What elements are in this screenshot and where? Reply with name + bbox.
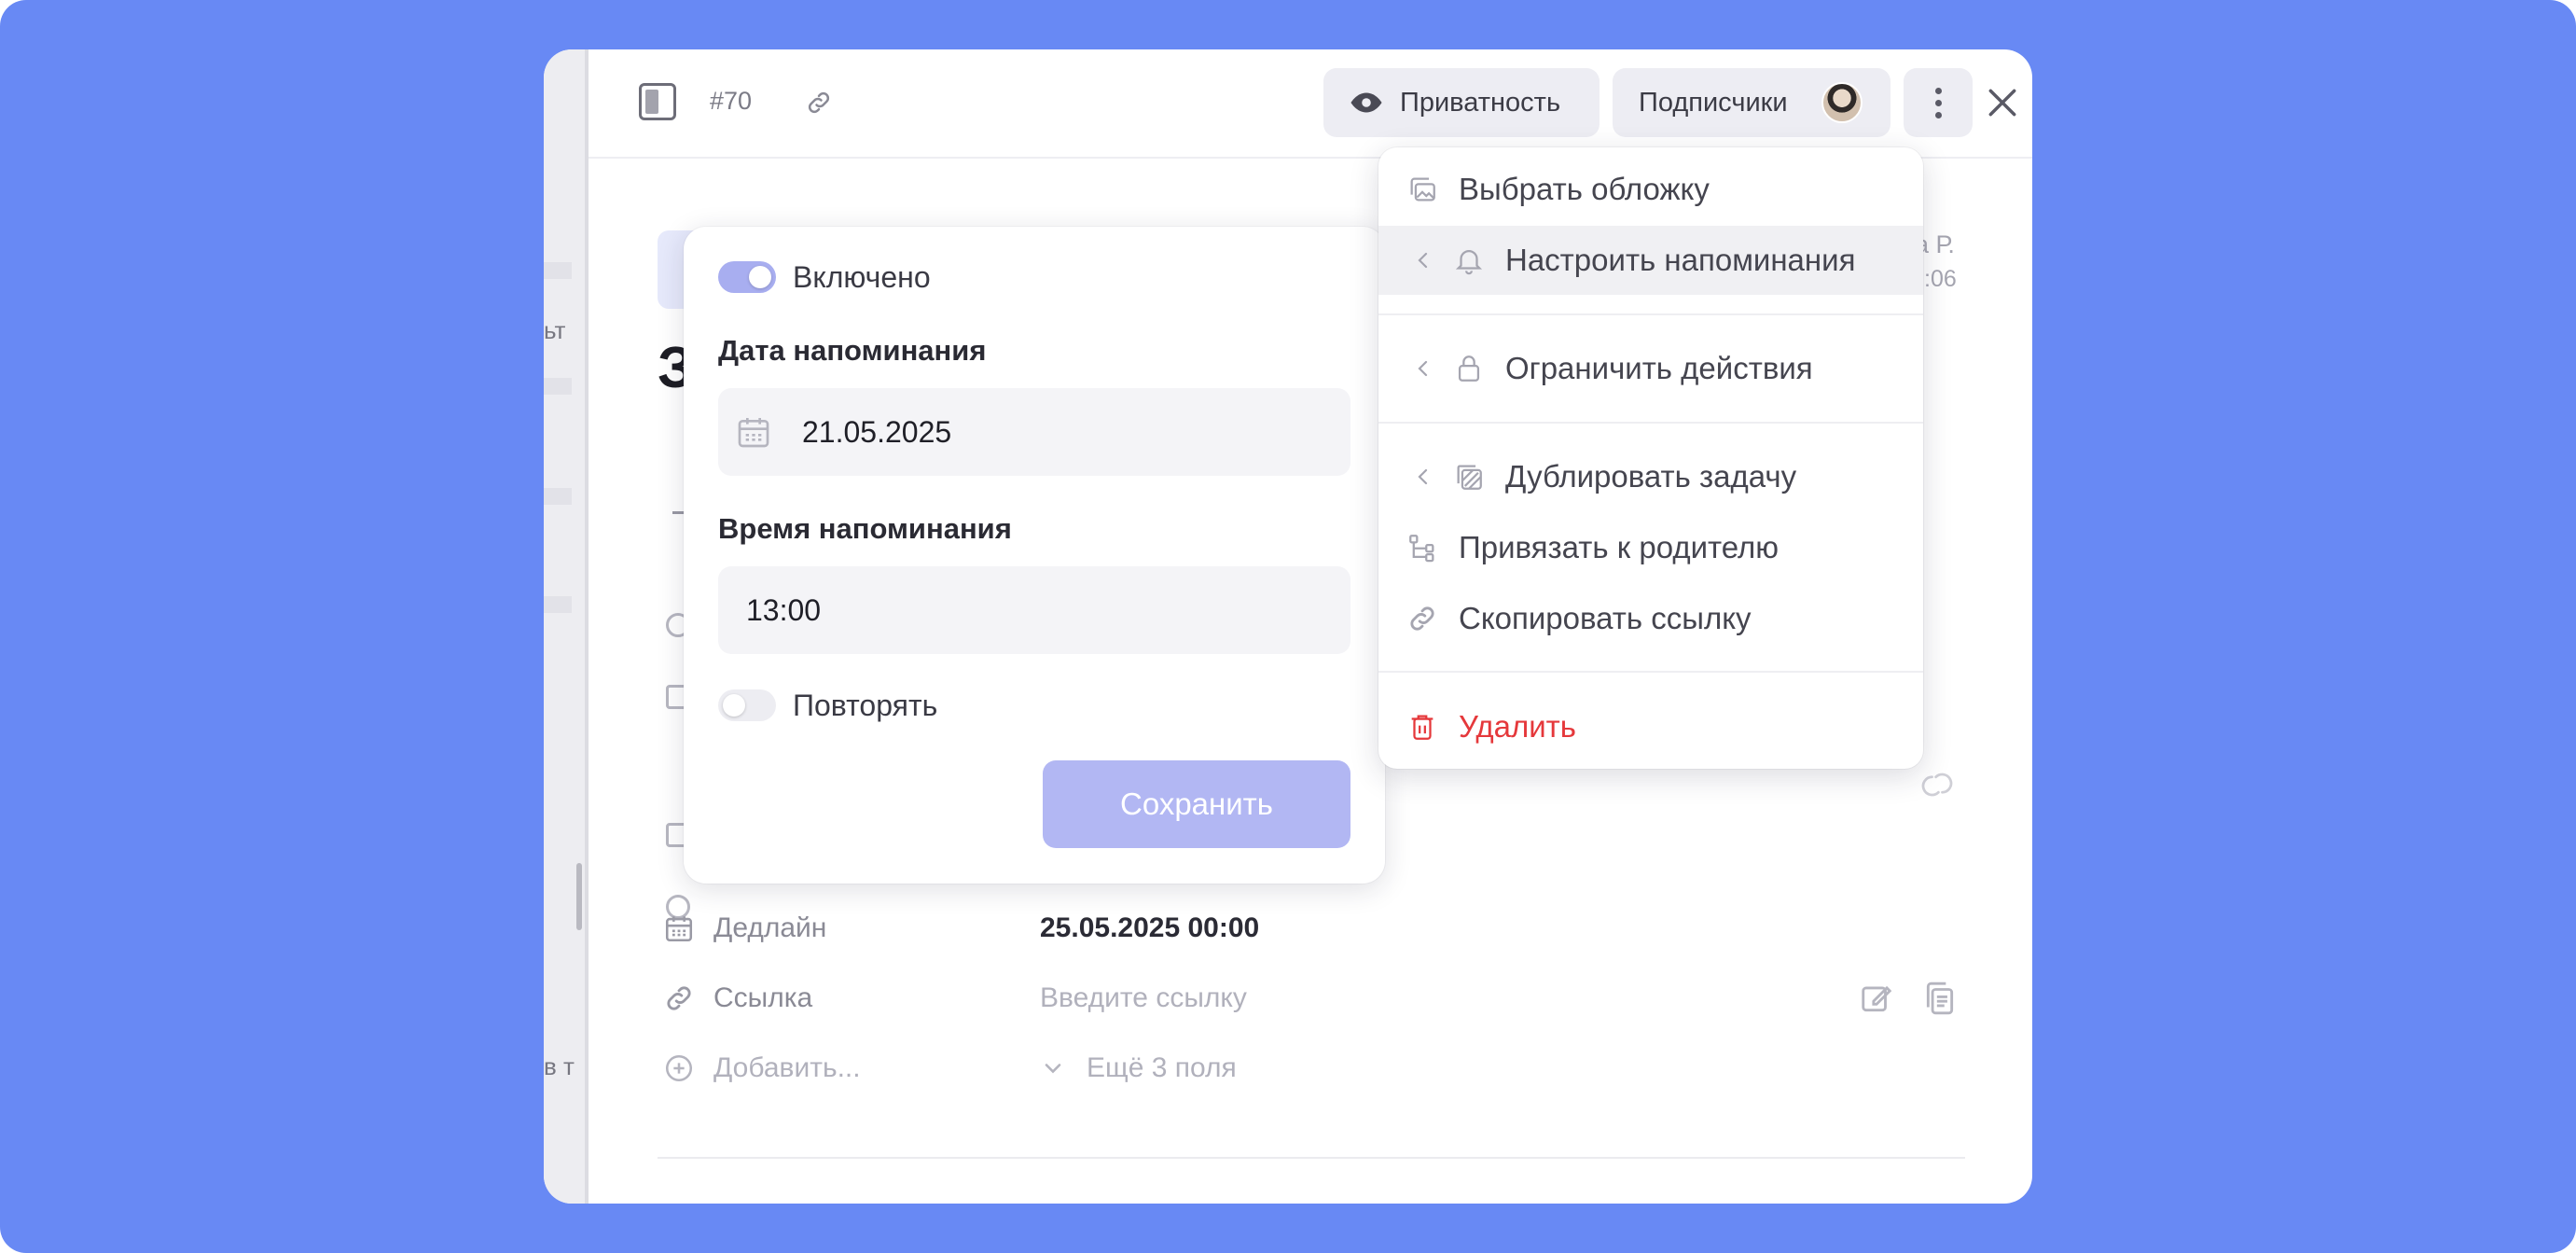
subscribers-button[interactable]: Подписчики	[1613, 68, 1890, 137]
save-button[interactable]: Сохранить	[1043, 760, 1350, 848]
edit-icon[interactable]	[1859, 981, 1894, 1016]
time-heading: Время напоминания	[718, 512, 1012, 545]
chevron-left-icon	[1418, 468, 1428, 485]
trash-icon	[1411, 715, 1433, 740]
menu-item-copy-link[interactable]: Скопировать ссылку	[1378, 584, 1923, 653]
background-row	[544, 596, 572, 613]
more-options-button[interactable]	[1904, 68, 1973, 137]
link-input[interactable]: Введите ссылку	[1040, 982, 1247, 1014]
calendar-icon	[738, 418, 769, 448]
add-field-label[interactable]: Добавить...	[713, 1052, 1040, 1084]
menu-item-duplicate[interactable]: Дублировать задачу	[1378, 442, 1923, 511]
chevron-left-icon	[1418, 360, 1428, 377]
add-circle-icon	[665, 1054, 693, 1082]
chevron-left-icon	[1418, 252, 1428, 269]
eye-icon	[1350, 92, 1382, 113]
copy-icon[interactable]	[1922, 981, 1958, 1016]
background-page-strip: ьт в т	[544, 49, 589, 1204]
subscribers-label: Подписчики	[1639, 87, 1788, 118]
duplicate-icon	[1457, 465, 1482, 490]
lock-icon	[1458, 355, 1480, 382]
menu-item-reminders[interactable]: Настроить напоминания	[1378, 226, 1923, 295]
background-row	[544, 378, 572, 395]
link-icon	[1410, 606, 1434, 631]
modal-header: #70 Приватность Подписчики	[589, 49, 2032, 159]
menu-divider	[1378, 313, 1923, 315]
background-row	[544, 262, 572, 279]
calendar-icon	[665, 916, 693, 942]
avatar	[1821, 82, 1863, 123]
menu-item-choose-cover[interactable]: Выбрать обложку	[1378, 155, 1923, 224]
menu-item-label: Выбрать обложку	[1459, 172, 1710, 206]
reminder-popover: Включено Дата напоминания 21.05.2025 Вре…	[684, 227, 1385, 884]
deadline-row[interactable]: Дедлайн 25.05.2025 00:00	[663, 908, 1259, 949]
cover-icon	[1410, 177, 1435, 202]
close-icon[interactable]	[1985, 85, 2020, 120]
date-heading: Дата напоминания	[718, 334, 987, 367]
privacy-button[interactable]: Приватность	[1323, 68, 1600, 137]
reminder-time-field[interactable]: 13:00	[718, 566, 1350, 654]
background-row	[544, 488, 572, 505]
menu-item-label: Дублировать задачу	[1505, 459, 1797, 494]
chevron-down-icon	[1045, 1064, 1061, 1074]
enabled-toggle[interactable]	[718, 261, 776, 293]
background-scrollbar	[576, 863, 582, 930]
options-menu: Выбрать обложку Настроить напоминания Ог…	[1378, 147, 1923, 769]
add-field-row[interactable]: Добавить... Ещё 3 поля	[663, 1048, 1237, 1089]
background-text: в т	[544, 1052, 575, 1080]
repeat-icon	[1921, 773, 1953, 797]
menu-item-label: Ограничить действия	[1505, 351, 1813, 385]
link-icon[interactable]	[805, 89, 833, 117]
menu-item-restrict-actions[interactable]: Ограничить действия	[1378, 334, 1923, 403]
divider	[658, 1157, 1965, 1159]
background-text: ьт	[544, 316, 566, 344]
reminder-date-value: 21.05.2025	[802, 414, 952, 449]
menu-divider	[1378, 422, 1923, 424]
background-edge	[585, 49, 589, 1204]
menu-divider	[1378, 671, 1923, 673]
privacy-label: Приватность	[1400, 87, 1561, 118]
task-id: #70	[710, 87, 753, 115]
menu-item-label: Привязать к родителю	[1459, 530, 1780, 564]
link-row[interactable]: Ссылка Введите ссылку	[663, 978, 1247, 1019]
sidebar-toggle-icon[interactable]	[639, 83, 676, 120]
deadline-label: Дедлайн	[713, 912, 827, 943]
more-fields-toggle[interactable]: Ещё 3 поля	[1087, 1052, 1237, 1084]
menu-item-label: Настроить напоминания	[1505, 243, 1856, 277]
repeat-toggle[interactable]	[718, 689, 776, 721]
menu-item-label: Удалить	[1459, 709, 1576, 744]
time-meta: :06	[1924, 266, 1957, 292]
bell-icon	[1455, 250, 1483, 275]
menu-item-link-parent[interactable]: Привязать к родителю	[1378, 513, 1923, 582]
repeat-label: Повторять	[793, 689, 938, 722]
reminder-date-field[interactable]: 21.05.2025	[718, 388, 1350, 476]
link-label: Ссылка	[713, 982, 813, 1013]
more-vertical-icon	[1934, 87, 1942, 118]
deadline-value[interactable]: 25.05.2025 00:00	[1040, 912, 1259, 944]
menu-item-label: Скопировать ссылку	[1459, 601, 1752, 635]
hierarchy-icon	[1409, 535, 1434, 563]
enabled-label: Включено	[793, 260, 931, 294]
menu-item-delete[interactable]: Удалить	[1378, 692, 1923, 761]
reminder-time-value: 13:00	[746, 592, 822, 627]
link-icon	[667, 986, 691, 1010]
